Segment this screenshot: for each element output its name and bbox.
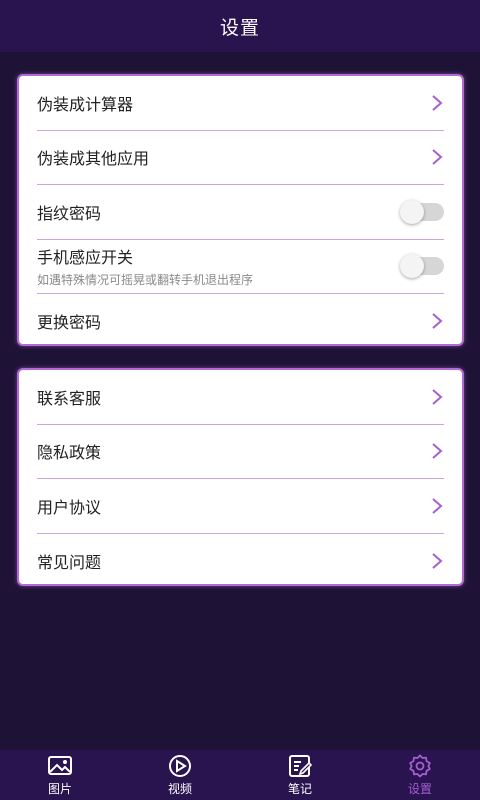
row-label: 联系客服 [37, 388, 102, 408]
tab-label: 图片 [47, 781, 72, 796]
row-label: 伪装成其他应用 [37, 149, 150, 169]
row-label: 用户协议 [37, 497, 102, 517]
chevron-right-icon [430, 496, 444, 516]
bottom-tab-bar: 图片 视频 笔记 设置 [0, 750, 480, 800]
contact-support-row[interactable]: 联系客服 [37, 370, 444, 425]
row-label: 常见问题 [37, 552, 102, 572]
chevron-right-icon [430, 93, 444, 113]
user-agreement-row[interactable]: 用户协议 [37, 479, 444, 534]
row-label: 伪装成计算器 [37, 94, 134, 114]
chevron-right-icon [430, 441, 444, 461]
chevron-right-icon [430, 551, 444, 571]
motion-sensor-toggle[interactable] [400, 254, 444, 279]
disguise-calculator-row[interactable]: 伪装成计算器 [37, 76, 444, 131]
row-label: 隐私政策 [37, 443, 102, 463]
privacy-policy-row[interactable]: 隐私政策 [37, 425, 444, 479]
row-label: 手机感应开关 [37, 248, 134, 268]
row-label: 更换密码 [37, 313, 102, 333]
row-text: 手机感应开关 如遇特殊情况可摇晃或翻转手机退出程序 [37, 244, 253, 288]
tab-label: 笔记 [287, 781, 312, 796]
settings-card-security: 伪装成计算器 伪装成其他应用 指纹密码 手机感应开关 如遇特殊情况可摇晃或翻转手… [17, 74, 464, 346]
tab-settings[interactable]: 设置 [360, 750, 480, 800]
note-icon [287, 754, 313, 778]
tab-label: 视频 [167, 781, 192, 796]
tab-label: 设置 [407, 781, 432, 796]
motion-sensor-row: 手机感应开关 如遇特殊情况可摇晃或翻转手机退出程序 [37, 240, 444, 294]
toggle-knob [400, 199, 424, 224]
chevron-right-icon [430, 311, 444, 331]
tab-images[interactable]: 图片 [0, 750, 120, 800]
tab-videos[interactable]: 视频 [120, 750, 240, 800]
gear-icon [407, 754, 433, 778]
chevron-right-icon [430, 387, 444, 407]
row-label: 指纹密码 [37, 203, 102, 223]
image-icon [47, 754, 73, 778]
row-subtitle: 如遇特殊情况可摇晃或翻转手机退出程序 [37, 273, 254, 288]
fingerprint-toggle[interactable] [400, 199, 444, 224]
settings-card-support: 联系客服 隐私政策 用户协议 常见问题 [17, 368, 464, 586]
app-header: 设置 [0, 0, 480, 52]
play-icon [167, 754, 193, 778]
fingerprint-password-row: 指纹密码 [37, 185, 444, 240]
change-password-row[interactable]: 更换密码 [37, 294, 444, 349]
chevron-right-icon [430, 147, 444, 167]
faq-row[interactable]: 常见问题 [37, 534, 444, 589]
toggle-knob [400, 254, 424, 279]
page-title: 设置 [219, 16, 260, 39]
disguise-other-app-row[interactable]: 伪装成其他应用 [37, 131, 444, 185]
tab-notes[interactable]: 笔记 [240, 750, 360, 800]
